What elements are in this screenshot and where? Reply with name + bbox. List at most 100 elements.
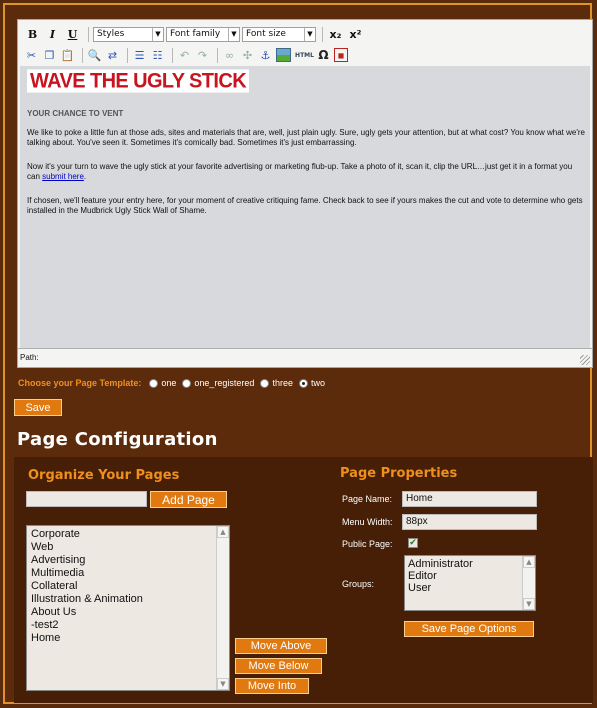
undo-icon[interactable]: ↶	[177, 48, 192, 63]
find-icon[interactable]: 🔍	[87, 48, 102, 63]
organize-pages-title: Organize Your Pages	[28, 468, 180, 483]
chevron-down-icon: ▼	[304, 27, 315, 41]
redo-icon[interactable]: ↷	[195, 48, 210, 63]
toolbar-row-2: ✂ ❐ 📋 🔍 ⇄ ☰ ☷ ↶ ↷ ∞ ✣ ⚓ HTML Ω ◼	[24, 46, 351, 64]
list-item[interactable]: -test2	[27, 619, 143, 632]
toolbar-separator	[322, 26, 323, 42]
anchor-icon[interactable]: ⚓	[258, 48, 273, 63]
html-source-button[interactable]: HTML	[295, 48, 314, 63]
subscript-button[interactable]: x₂	[327, 26, 344, 43]
template-option-two[interactable]: two	[298, 378, 325, 388]
resize-handle[interactable]	[580, 355, 590, 365]
page-list-items: Corporate Web Advertising Multimedia Col…	[27, 528, 143, 645]
template-option-one-registered[interactable]: one_registered	[182, 378, 254, 388]
unlink-icon[interactable]: ✣	[240, 48, 255, 63]
replace-icon[interactable]: ⇄	[105, 48, 120, 63]
page-list[interactable]: Corporate Web Advertising Multimedia Col…	[26, 525, 230, 691]
menu-width-label: Menu Width:	[342, 517, 393, 527]
radio-button[interactable]	[182, 378, 192, 388]
list-item[interactable]: Multimedia	[27, 567, 143, 580]
template-option-one[interactable]: one	[149, 378, 176, 388]
path-label: Path:	[20, 353, 39, 362]
styles-select[interactable]: Styles ▼	[93, 26, 164, 42]
media-icon[interactable]: ◼	[334, 48, 348, 62]
toolbar-row-1: B I U Styles ▼ Font family ▼ Font size ▼…	[24, 25, 367, 43]
radio-button[interactable]	[149, 378, 159, 388]
radio-button[interactable]	[260, 378, 270, 388]
save-page-options-button[interactable]: Save Page Options	[404, 621, 534, 637]
template-option-label: two	[310, 378, 325, 388]
cut-icon[interactable]: ✂	[24, 48, 39, 63]
public-page-checkbox[interactable]: ✔	[408, 538, 418, 548]
paste-icon[interactable]: 📋	[60, 48, 75, 63]
numbered-list-icon[interactable]: ☷	[150, 48, 165, 63]
underline-button[interactable]: U	[64, 26, 81, 43]
list-item[interactable]: About Us	[27, 606, 143, 619]
list-item[interactable]: Advertising	[27, 554, 143, 567]
move-into-button[interactable]: Move Into	[235, 678, 309, 694]
page-name-field[interactable]: Home	[402, 491, 537, 507]
font-family-select[interactable]: Font family ▼	[166, 26, 240, 42]
font-size-select-label: Font size	[246, 29, 286, 39]
font-family-select-label: Font family	[170, 29, 221, 39]
list-item[interactable]: Web	[27, 541, 143, 554]
groups-list-scrollbar[interactable]: ▲ ▼	[522, 556, 535, 610]
image-icon[interactable]	[276, 48, 291, 62]
page-configuration-title: Page Configuration	[17, 429, 218, 450]
template-option-three[interactable]: three	[260, 378, 293, 388]
list-item[interactable]: Editor	[405, 570, 473, 582]
menu-width-field[interactable]: 88px	[402, 514, 537, 530]
page-template-label: Choose your Page Template:	[18, 378, 142, 388]
bullet-list-icon[interactable]: ☰	[132, 48, 147, 63]
bold-button[interactable]: B	[24, 26, 41, 43]
scroll-up-icon[interactable]: ▲	[523, 556, 535, 568]
page-list-scrollbar[interactable]: ▲ ▼	[216, 526, 229, 690]
toolbar-separator	[172, 47, 173, 63]
add-page-button[interactable]: Add Page	[150, 491, 227, 508]
toolbar-separator	[127, 47, 128, 63]
move-below-button[interactable]: Move Below	[235, 658, 322, 674]
italic-button[interactable]: I	[44, 26, 61, 43]
new-page-input[interactable]	[26, 491, 147, 507]
list-item[interactable]: User	[405, 582, 473, 594]
list-item[interactable]: Collateral	[27, 580, 143, 593]
page-template-chooser: Choose your Page Template: one one_regis…	[18, 378, 331, 388]
list-item[interactable]: Illustration & Animation	[27, 593, 143, 606]
chevron-down-icon: ▼	[152, 27, 163, 41]
save-button[interactable]: Save	[14, 399, 62, 416]
chevron-down-icon: ▼	[228, 27, 239, 41]
groups-list[interactable]: Administrator Editor User ▲ ▼	[404, 555, 536, 611]
list-item[interactable]: Administrator	[405, 558, 473, 570]
editor-content-area[interactable]: WAVE THE UGLY STICK YOUR CHANCE TO VENT …	[20, 66, 590, 348]
ugly-stick-logo: WAVE THE UGLY STICK	[27, 69, 250, 93]
page-name-label: Page Name:	[342, 494, 393, 504]
superscript-button[interactable]: x²	[347, 26, 364, 43]
content-paragraph-3: If chosen, we'll feature your entry here…	[27, 196, 583, 215]
template-option-label: one_registered	[194, 378, 255, 388]
move-above-button[interactable]: Move Above	[235, 638, 327, 654]
styles-select-label: Styles	[97, 29, 125, 39]
copy-icon[interactable]: ❐	[42, 48, 57, 63]
scroll-down-icon[interactable]: ▼	[217, 678, 229, 690]
content-subheading: YOUR CHANCE TO VENT	[27, 109, 124, 118]
list-item[interactable]: Corporate	[27, 528, 143, 541]
radio-button-selected[interactable]	[298, 378, 308, 388]
submit-here-link[interactable]: submit here	[42, 172, 84, 181]
link-icon[interactable]: ∞	[222, 48, 237, 63]
toolbar-separator	[217, 47, 218, 63]
rich-text-editor: B I U Styles ▼ Font family ▼ Font size ▼…	[17, 19, 593, 368]
toolbar-separator	[88, 26, 89, 42]
page-configuration-panel: Organize Your Pages Add Page Corporate W…	[14, 457, 593, 703]
font-size-select[interactable]: Font size ▼	[242, 26, 316, 42]
scroll-up-icon[interactable]: ▲	[217, 526, 229, 538]
template-option-label: one	[161, 378, 177, 388]
list-item[interactable]: Home	[27, 632, 143, 645]
editor-path-bar: Path:	[18, 348, 592, 367]
toolbar-separator	[82, 47, 83, 63]
content-paragraph-1: We like to poke a little fun at those ad…	[27, 128, 585, 147]
groups-label: Groups:	[342, 579, 375, 589]
special-character-button[interactable]: Ω	[316, 48, 331, 63]
paragraph-2-end: .	[83, 172, 87, 181]
groups-list-items: Administrator Editor User	[405, 558, 473, 594]
scroll-down-icon[interactable]: ▼	[523, 598, 535, 610]
